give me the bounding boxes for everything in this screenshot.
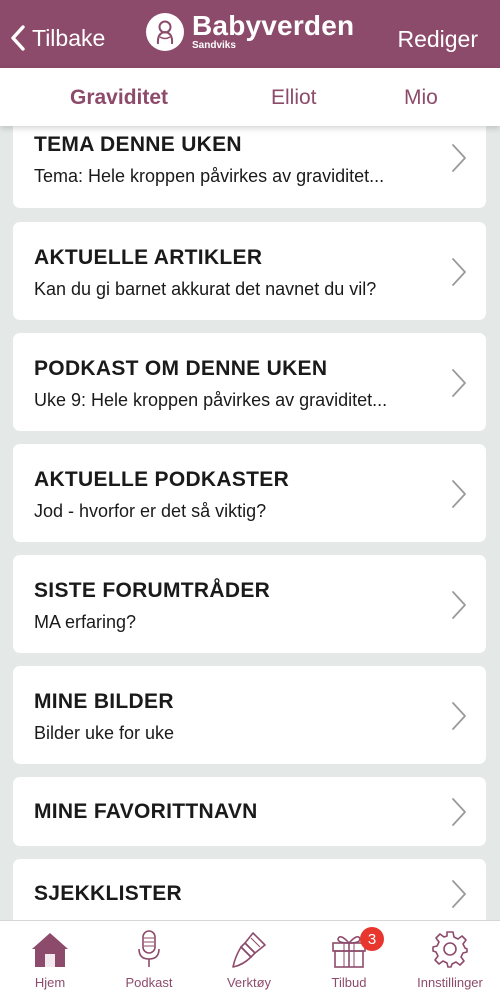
card-aktuelle-podkaster[interactable]: AKTUELLE PODKASTER Jod - hvorfor er det …	[13, 444, 486, 542]
card-subtitle: Uke 9: Hele kroppen påvirkes av gravidit…	[34, 390, 388, 410]
brand: Babyverden Sandviks	[146, 12, 354, 51]
card-podkast-om-denne-uken[interactable]: PODKAST OM DENNE UKEN Uke 9: Hele kroppe…	[13, 333, 486, 431]
card-subtitle: Tema: Hele kroppen påvirkes av gravidite…	[34, 166, 385, 186]
tab-label: Hjem	[34, 975, 66, 990]
card-tema-denne-uken[interactable]: TEMA DENNE UKEN Tema: Hele kroppen påvir…	[13, 126, 486, 208]
card-aktuelle-artikler[interactable]: AKTUELLE ARTIKLER Kan du gi barnet akkur…	[13, 222, 486, 320]
card-subtitle: Bilder uke for uke	[34, 723, 175, 743]
chevron-right-icon	[452, 480, 466, 508]
tab-elliot[interactable]: Elliot	[271, 86, 317, 110]
brush-icon	[232, 932, 266, 968]
edit-button[interactable]: Rediger	[397, 26, 478, 53]
card-siste-forumtrader[interactable]: SISTE FORUMTRÅDER MA erfaring?	[13, 555, 486, 653]
card-mine-favorittnavn[interactable]: MINE FAVORITTNAVN	[13, 777, 486, 846]
card-title: AKTUELLE ARTIKLER	[34, 246, 263, 269]
tab-mio[interactable]: Mio	[404, 86, 438, 110]
tab-podkast[interactable]: Podkast	[114, 921, 184, 1002]
card-title: MINE BILDER	[34, 690, 174, 713]
tab-graviditet[interactable]: Graviditet	[70, 86, 168, 110]
notification-badge: 3	[360, 927, 384, 951]
content-list[interactable]: TEMA DENNE UKEN Tema: Hele kroppen påvir…	[0, 126, 500, 920]
card-title: TEMA DENNE UKEN	[34, 133, 242, 156]
card-title: SJEKKLISTER	[34, 882, 182, 905]
tab-label: Tilbud	[331, 975, 367, 990]
back-label: Tilbake	[32, 24, 106, 51]
baby-logo-icon	[146, 12, 184, 51]
chevron-right-icon	[452, 369, 466, 397]
chevron-right-icon	[452, 144, 466, 172]
chevron-right-icon	[452, 702, 466, 730]
tab-tilbud[interactable]: 3 Tilbud	[314, 921, 384, 1002]
chevron-right-icon	[452, 591, 466, 619]
brand-subtitle: Sandviks	[192, 40, 236, 51]
profile-tabs: Graviditet Elliot Mio	[0, 68, 500, 126]
card-mine-bilder[interactable]: MINE BILDER Bilder uke for uke	[13, 666, 486, 764]
chevron-left-icon	[11, 25, 25, 51]
tab-label: Innstillinger	[417, 975, 483, 990]
microphone-icon	[138, 930, 160, 967]
back-button[interactable]: Tilbake	[10, 20, 105, 56]
gear-icon	[432, 931, 468, 968]
card-title: PODKAST OM DENNE UKEN	[34, 357, 328, 380]
card-subtitle: Kan du gi barnet akkurat det navnet du v…	[34, 279, 377, 299]
card-title: MINE FAVORITTNAVN	[34, 800, 258, 823]
card-subtitle: MA erfaring?	[34, 612, 137, 632]
home-icon	[32, 933, 68, 967]
chevron-right-icon	[452, 798, 466, 826]
tab-verktoy[interactable]: Verktøy	[214, 921, 284, 1002]
card-subtitle: Jod - hvorfor er det så viktig?	[34, 501, 267, 521]
card-title: SISTE FORUMTRÅDER	[34, 579, 271, 602]
tab-innstillinger[interactable]: Innstillinger	[408, 921, 492, 1002]
chevron-right-icon	[452, 880, 466, 908]
chevron-right-icon	[452, 258, 466, 286]
navigation-bar: Tilbake Babyverden Sandviks Rediger	[0, 0, 500, 68]
brand-name: Babyverden	[192, 10, 355, 41]
card-sjekklister[interactable]: SJEKKLISTER	[13, 859, 486, 920]
tab-label: Verktøy	[226, 975, 272, 990]
tab-label: Podkast	[125, 975, 173, 990]
bottom-tab-bar: Hjem Podkast Verktøy 3 Tilbud Innstillin…	[0, 920, 500, 1002]
tab-hjem[interactable]: Hjem	[15, 921, 85, 1002]
card-title: AKTUELLE PODKASTER	[34, 468, 290, 491]
